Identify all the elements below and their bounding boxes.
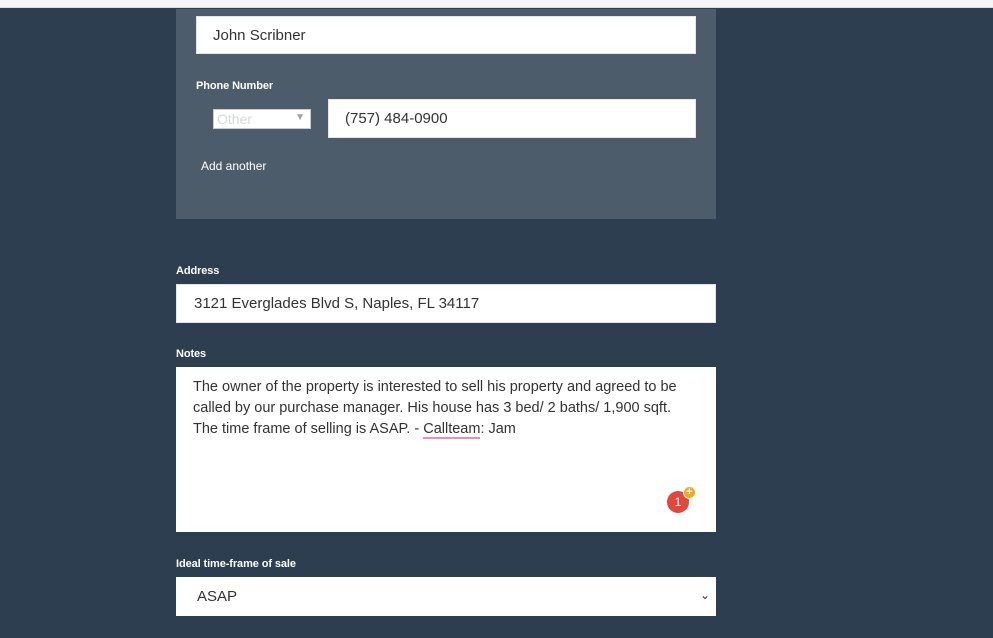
- notes-label: Notes: [176, 348, 207, 360]
- phone-number-value: (757) 484-0900: [345, 110, 448, 127]
- timeframe-select[interactable]: ASAP ⌄: [176, 577, 716, 616]
- timeframe-value: ASAP: [197, 588, 238, 605]
- notes-misspelled-word: Callteam: [423, 421, 481, 439]
- name-value: John Scribner: [213, 26, 306, 44]
- phone-type-select[interactable]: Other ▼: [213, 109, 311, 129]
- plus-icon: +: [683, 486, 696, 499]
- browser-top-bar: [0, 0, 993, 8]
- name-input[interactable]: John Scribner: [196, 16, 696, 54]
- timeframe-label: Ideal time-frame of sale: [176, 558, 296, 570]
- address-value: 3121 Everglades Blvd S, Naples, FL 34117: [194, 295, 480, 312]
- notes-textarea[interactable]: The owner of the property is interested …: [176, 367, 716, 532]
- address-input[interactable]: 3121 Everglades Blvd S, Naples, FL 34117: [176, 284, 716, 323]
- address-label: Address: [176, 265, 220, 277]
- notes-text-after: : Jam: [480, 421, 516, 437]
- add-another-link[interactable]: Add another: [201, 159, 266, 173]
- chevron-down-icon: ⌄: [699, 588, 710, 602]
- phone-number-input[interactable]: (757) 484-0900: [328, 99, 696, 138]
- extension-badge-count: 1: [674, 495, 682, 509]
- phone-type-value: Other: [217, 111, 253, 127]
- chevron-down-icon: ▼: [295, 112, 305, 123]
- phone-number-label: Phone Number: [196, 80, 274, 92]
